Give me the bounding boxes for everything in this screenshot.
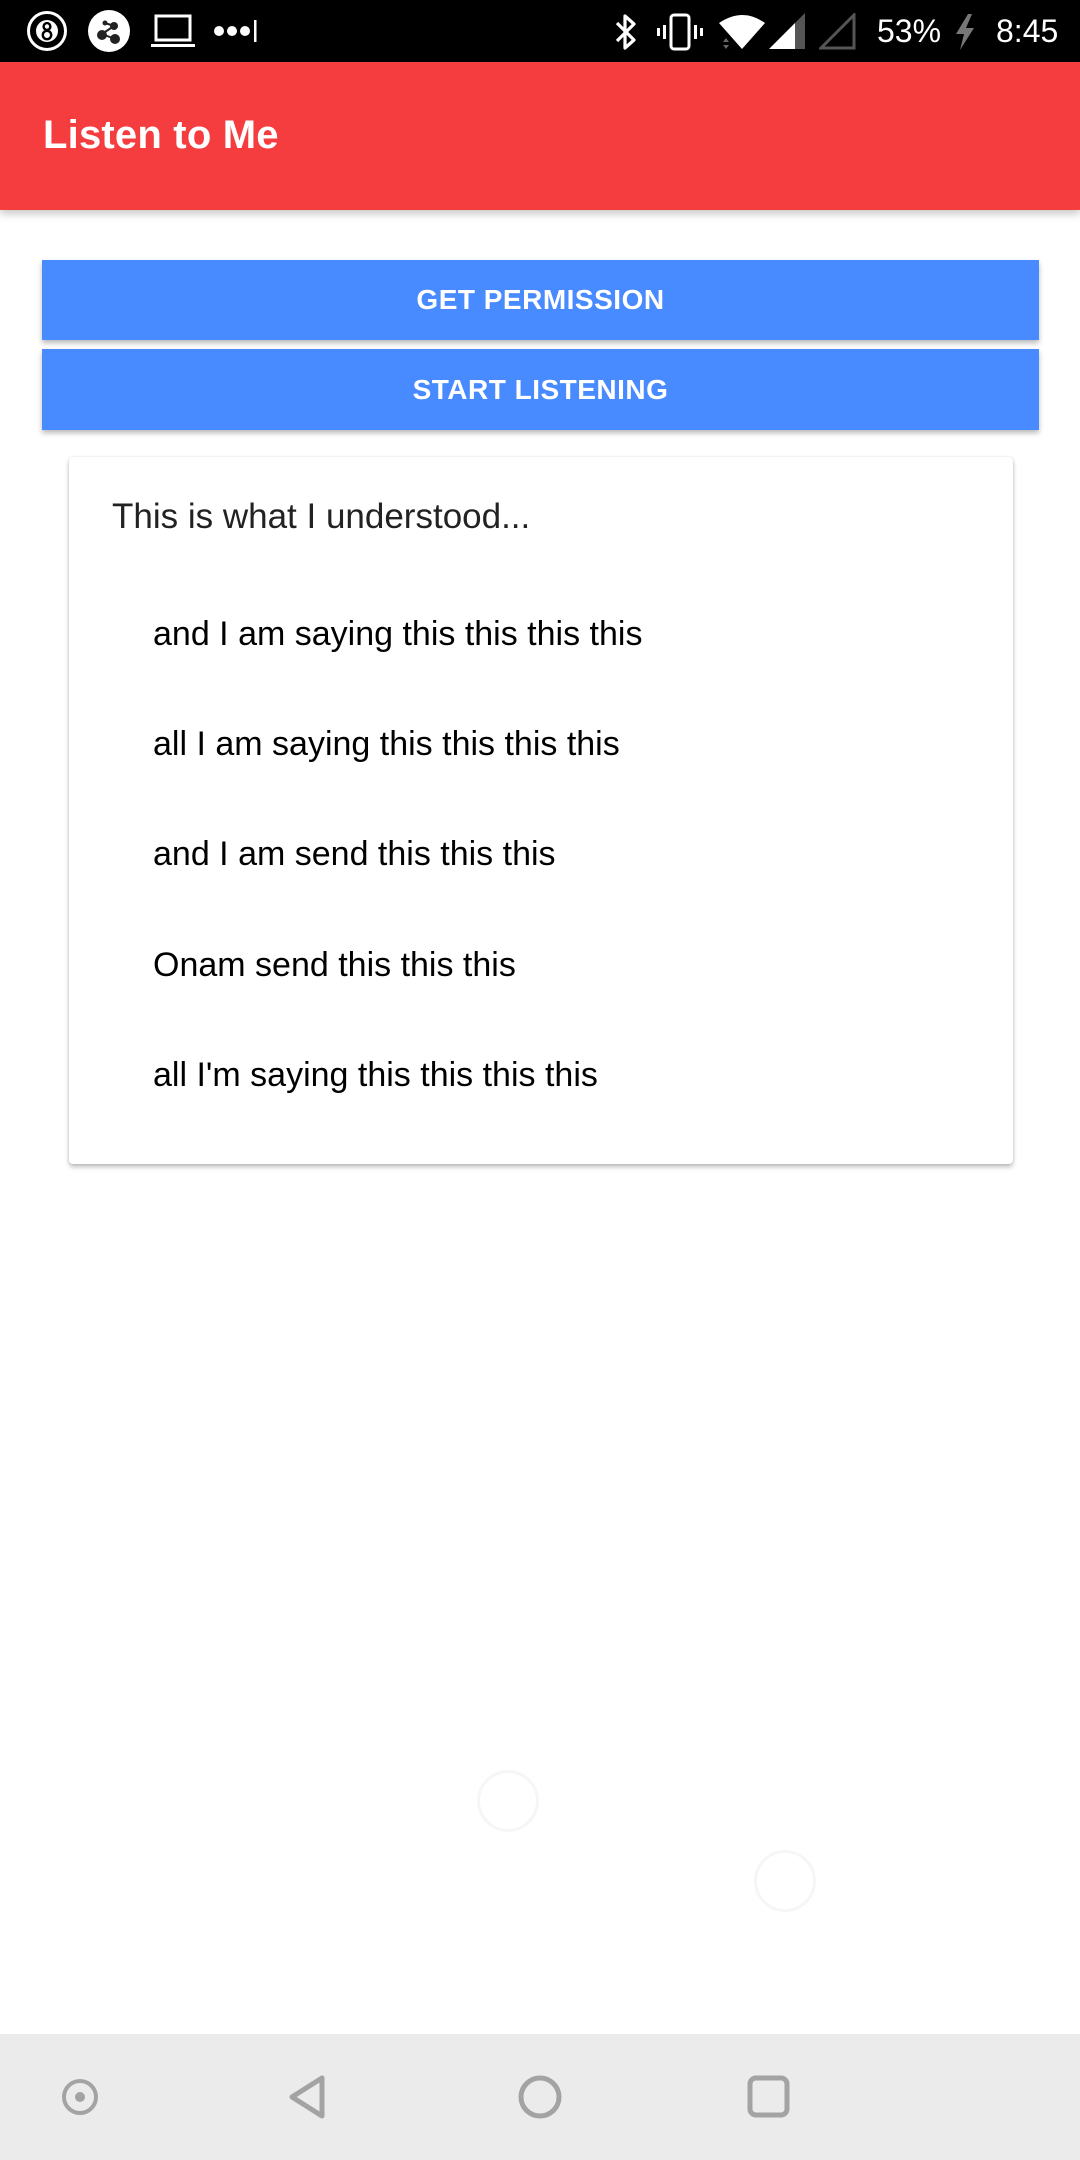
results-card: This is what I understood... and I am sa…: [69, 457, 1013, 1164]
8-ball-notification-icon: [27, 11, 67, 51]
wifi-icon: [719, 15, 765, 49]
transcript-item: all I'm saying this this this this: [153, 1056, 598, 1094]
vibrate-icon: [657, 13, 703, 51]
get-permission-button[interactable]: GET PERMISSION: [42, 260, 1039, 340]
signal-sim2-icon: [819, 13, 856, 50]
battery-percent: 53%: [877, 13, 942, 49]
assistant-icon: [62, 2079, 98, 2115]
status-bar: 53% 8:45: [0, 0, 1080, 62]
results-heading: This is what I understood...: [112, 497, 531, 536]
assistant-button[interactable]: [45, 2062, 115, 2132]
touch-indicator: [477, 1770, 539, 1832]
transcript-item: and I am saying this this this this: [153, 615, 643, 653]
home-icon: [518, 2075, 562, 2119]
touch-indicator: [754, 1850, 816, 1912]
navigation-bar: [0, 2034, 1080, 2160]
start-listening-button[interactable]: START LISTENING: [42, 349, 1039, 430]
laptop-notification-icon: [151, 14, 195, 47]
back-icon: [289, 2075, 325, 2119]
app-header: Listen to Me: [0, 62, 1080, 210]
transcript-item: Onam send this this this: [153, 946, 516, 984]
more-notifications-icon: [214, 20, 257, 42]
signal-sim1-icon: [769, 13, 805, 49]
back-button[interactable]: [274, 2062, 344, 2132]
transcript-item: all I am saying this this this this: [153, 725, 620, 763]
app-title: Listen to Me: [43, 113, 279, 157]
home-button[interactable]: [505, 2062, 575, 2132]
charging-icon: [956, 14, 974, 50]
bluetooth-icon: [615, 14, 636, 50]
clock: 8:45: [996, 13, 1059, 49]
transcript-item: and I am send this this this: [153, 835, 556, 873]
share-notification-icon: [88, 10, 130, 52]
recents-icon: [747, 2075, 790, 2118]
recents-button[interactable]: [734, 2062, 804, 2132]
